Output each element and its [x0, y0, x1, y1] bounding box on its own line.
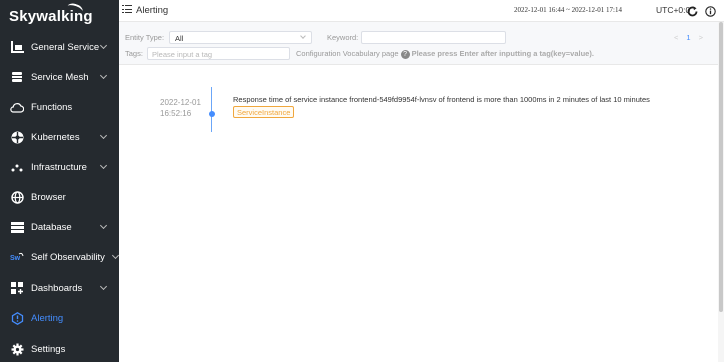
top-header: Alerting 2022-12-01 16:44 ~ 2022-12-01 1…	[119, 0, 724, 22]
gear-icon	[10, 342, 24, 356]
timeline-dot	[208, 111, 215, 117]
chevron-down-icon	[99, 71, 108, 80]
scrollbar-thumb[interactable]	[719, 22, 723, 312]
pagination: <1 >	[674, 33, 703, 42]
entity-type-select[interactable]: All	[169, 31, 312, 44]
chevron-down-icon	[300, 33, 306, 39]
chevron-down-icon	[99, 131, 108, 140]
page-number[interactable]: 1	[686, 33, 690, 42]
sidebar-item-label: Dashboards	[31, 282, 83, 294]
sidebar-item-label: Self Observability	[31, 251, 105, 263]
sidebar-item-alerting[interactable]: Alerting	[0, 303, 119, 333]
vocab-help: Configuration Vocabulary page? Please pre…	[296, 49, 594, 59]
scrollbar[interactable]	[718, 22, 724, 362]
sidebar-item-database[interactable]: Database	[0, 212, 119, 242]
keyword-label: Keyword:	[327, 33, 359, 42]
reload-icon[interactable]	[687, 4, 698, 17]
alarm-timestamp: 2022-12-01 16:52:16	[160, 97, 201, 119]
sidebar-item-kubernetes[interactable]: Kubernetes	[0, 122, 119, 152]
sidebar-item-label: Kubernetes	[31, 131, 80, 143]
sidebar-item-functions[interactable]: Functions	[0, 92, 119, 122]
sidebar-item-label: Alerting	[31, 312, 64, 324]
alarm-time: 16:52:16	[160, 109, 192, 118]
entity-type-label: Entity Type:	[125, 33, 165, 42]
sidebar-item-label: Functions	[31, 101, 73, 113]
chevron-down-icon	[99, 41, 108, 50]
sidebar-item-settings[interactable]: Settings	[0, 334, 119, 362]
sw-icon: Sw	[10, 250, 24, 264]
sidebar: Skywalking General Service Service Mesh …	[0, 0, 120, 362]
chevron-down-icon	[99, 161, 108, 170]
prev-page-button[interactable]: <	[674, 33, 678, 42]
help-text: Please press Enter after inputting a tag…	[411, 49, 594, 58]
alarm-date: 2022-12-01	[160, 98, 201, 107]
sidebar-item-dashboards[interactable]: Dashboards	[0, 273, 119, 303]
timezone-label[interactable]: UTC+0:0	[656, 5, 690, 15]
filter-toolbar: Entity Type: All Keyword: Tags: Configur…	[119, 22, 724, 65]
sidebar-item-service-mesh[interactable]: Service Mesh	[0, 62, 119, 92]
entity-type-value: All	[175, 34, 184, 43]
page-title: Alerting	[136, 5, 169, 16]
time-range-picker[interactable]: 2022-12-01 16:44 ~ 2022-12-01 17:14	[514, 6, 622, 14]
help-icon[interactable]: ?	[400, 49, 410, 59]
kubernetes-icon	[10, 130, 24, 144]
logo[interactable]: Skywalking	[9, 1, 93, 25]
chevron-down-icon	[99, 221, 108, 230]
layers-icon	[10, 70, 24, 84]
alarm-message[interactable]: Response time of service instance fronte…	[233, 95, 650, 104]
globe-icon	[10, 190, 24, 204]
database-icon	[10, 220, 24, 234]
sidebar-item-label: Database	[31, 221, 72, 233]
alert-icon	[10, 311, 24, 325]
tags-input[interactable]	[147, 47, 290, 60]
next-page-button[interactable]: >	[699, 33, 703, 42]
keyword-input[interactable]	[361, 31, 506, 44]
vocab-link[interactable]: Configuration Vocabulary page	[296, 49, 399, 58]
tags-label: Tags:	[125, 49, 143, 58]
menu-icon[interactable]	[122, 5, 132, 14]
dashboard-icon	[10, 281, 24, 295]
chevron-down-icon	[111, 251, 120, 260]
chevron-down-icon	[99, 282, 108, 291]
sidebar-item-self-observability[interactable]: Sw Self Observability	[0, 242, 120, 272]
sidebar-item-browser[interactable]: Browser	[0, 182, 119, 212]
timeline-line	[211, 87, 212, 132]
sidebar-item-general-service[interactable]: General Service	[0, 32, 119, 62]
cloud-icon	[10, 100, 24, 114]
info-icon[interactable]	[705, 4, 716, 17]
app: Skywalking General Service Service Mesh …	[0, 0, 724, 362]
alarm-scope-tag: ServiceInstance	[233, 106, 295, 118]
sidebar-item-label: Settings	[31, 343, 66, 355]
sidebar-item-label: General Service	[31, 41, 100, 53]
sidebar-item-label: Service Mesh	[31, 71, 89, 83]
bar-chart-icon	[10, 40, 24, 54]
svg-text:Sw: Sw	[10, 255, 21, 262]
sidebar-item-infrastructure[interactable]: Infrastructure	[0, 152, 119, 182]
dots-icon	[10, 160, 24, 174]
sidebar-item-label: Browser	[31, 191, 66, 203]
sidebar-item-label: Infrastructure	[31, 161, 87, 173]
